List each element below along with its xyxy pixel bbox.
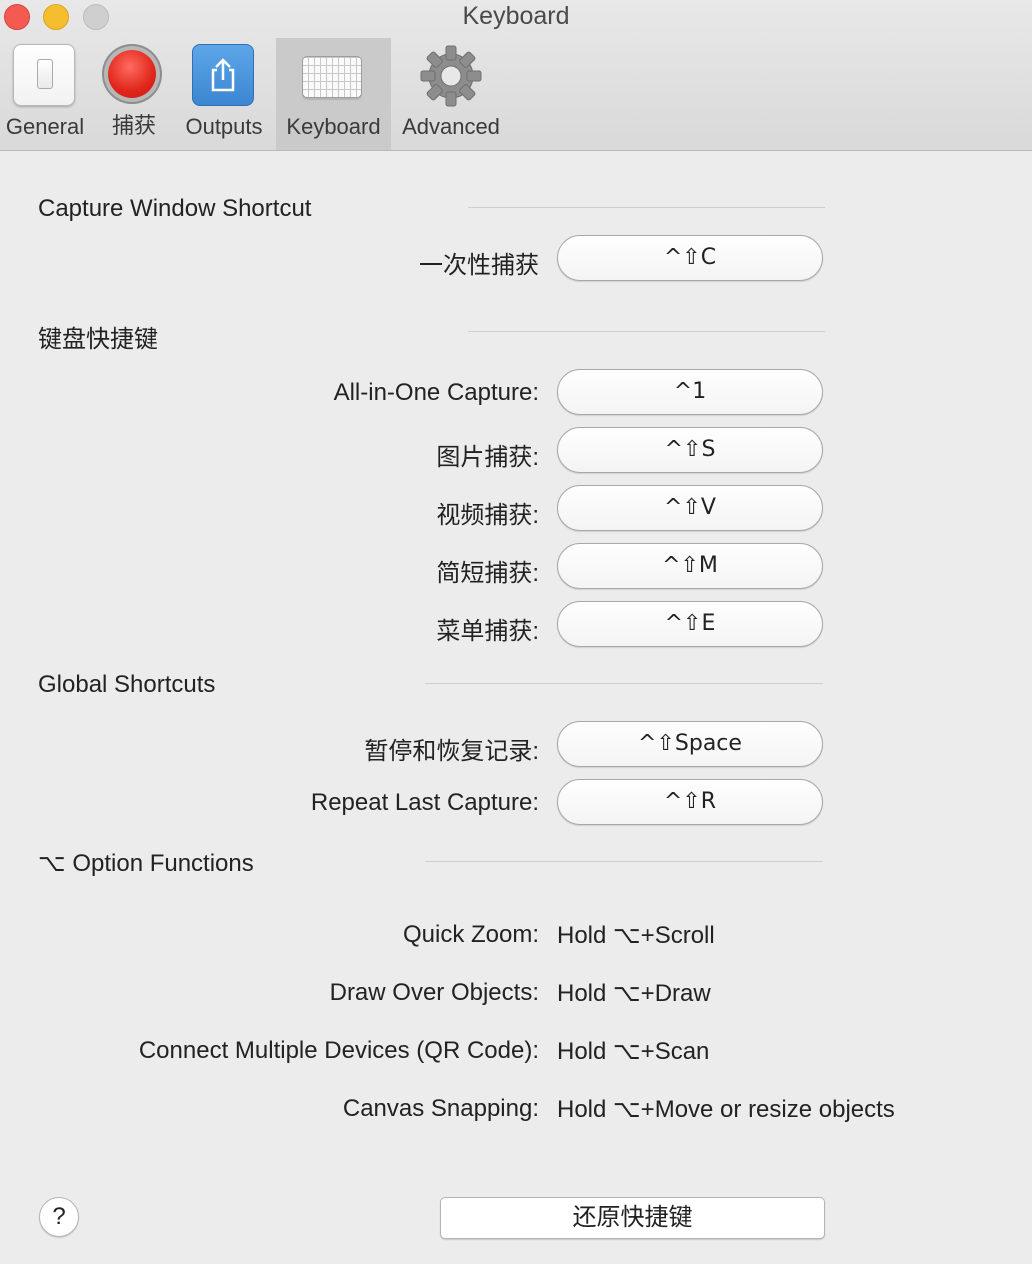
section-divider [425,683,823,684]
window-title: Keyboard [462,2,570,30]
shortcut-label: All-in-One Capture: [333,379,539,406]
option-value: Hold ⌥+Draw [557,980,711,1007]
shortcut-label: 视频捕获: [436,502,539,529]
option-label: Canvas Snapping: [342,1095,539,1122]
section-divider [425,861,823,862]
section-divider [468,331,825,332]
section-title-global-shortcuts: Global Shortcuts [38,671,216,698]
section-divider [468,207,825,208]
section-title-keyboard-shortcuts: 键盘快捷键 [38,326,158,353]
option-value: Hold ⌥+Scroll [557,922,715,949]
option-label: Quick Zoom: [402,921,539,948]
record-icon [102,44,166,108]
general-switch-icon [13,44,77,108]
option-label: Draw Over Objects: [329,979,539,1006]
restore-shortcuts-button[interactable]: 还原快捷键 [440,1197,825,1239]
shortcut-label: 暂停和恢复记录: [364,738,539,765]
shortcut-recorder-repeat-last[interactable]: ^⇧R [557,779,823,825]
tab-outputs-label: Outputs [185,114,263,139]
window-toolbar: Keyboard General 捕获 Outputs Keyboard Adv… [0,0,1032,151]
shortcut-label: 一次性捕获 [419,252,539,279]
tab-general[interactable]: General [0,38,90,150]
shortcut-label: 图片捕获: [436,444,539,471]
tab-advanced-label: Advanced [402,114,500,139]
section-title-option-functions: ⌥ Option Functions [38,850,254,877]
section-title-capture-window: Capture Window Shortcut [38,195,312,222]
option-label: Connect Multiple Devices (QR Code): [138,1037,539,1064]
tab-advanced[interactable]: Advanced [395,38,507,150]
tab-outputs[interactable]: Outputs [178,38,270,150]
shortcut-recorder-pause-resume[interactable]: ^⇧Space [557,721,823,767]
tab-general-label: General [5,114,85,139]
help-button[interactable]: ? [39,1197,79,1237]
share-icon [192,44,256,108]
shortcut-recorder-video-capture[interactable]: ^⇧V [557,485,823,531]
tab-capture[interactable]: 捕获 [90,38,178,150]
shortcut-recorder-all-in-one[interactable]: ^1 [557,369,823,415]
shortcut-label: Repeat Last Capture: [310,789,539,816]
tab-capture-label: 捕获 [111,113,156,138]
gear-icon [419,44,483,108]
option-value: Hold ⌥+Move or resize objects [557,1096,895,1123]
shortcut-label: 简短捕获: [436,560,539,587]
keyboard-icon [301,44,366,108]
shortcut-label: 菜单捕获: [436,618,539,645]
option-value: Hold ⌥+Scan [557,1038,710,1065]
shortcut-recorder-one-time-capture[interactable]: ^⇧C [557,235,823,281]
shortcut-recorder-image-capture[interactable]: ^⇧S [557,427,823,473]
tab-keyboard[interactable]: Keyboard [276,38,391,150]
tab-keyboard-label: Keyboard [286,114,381,139]
shortcut-recorder-menu-capture[interactable]: ^⇧E [557,601,823,647]
shortcut-recorder-short-capture[interactable]: ^⇧M [557,543,823,589]
